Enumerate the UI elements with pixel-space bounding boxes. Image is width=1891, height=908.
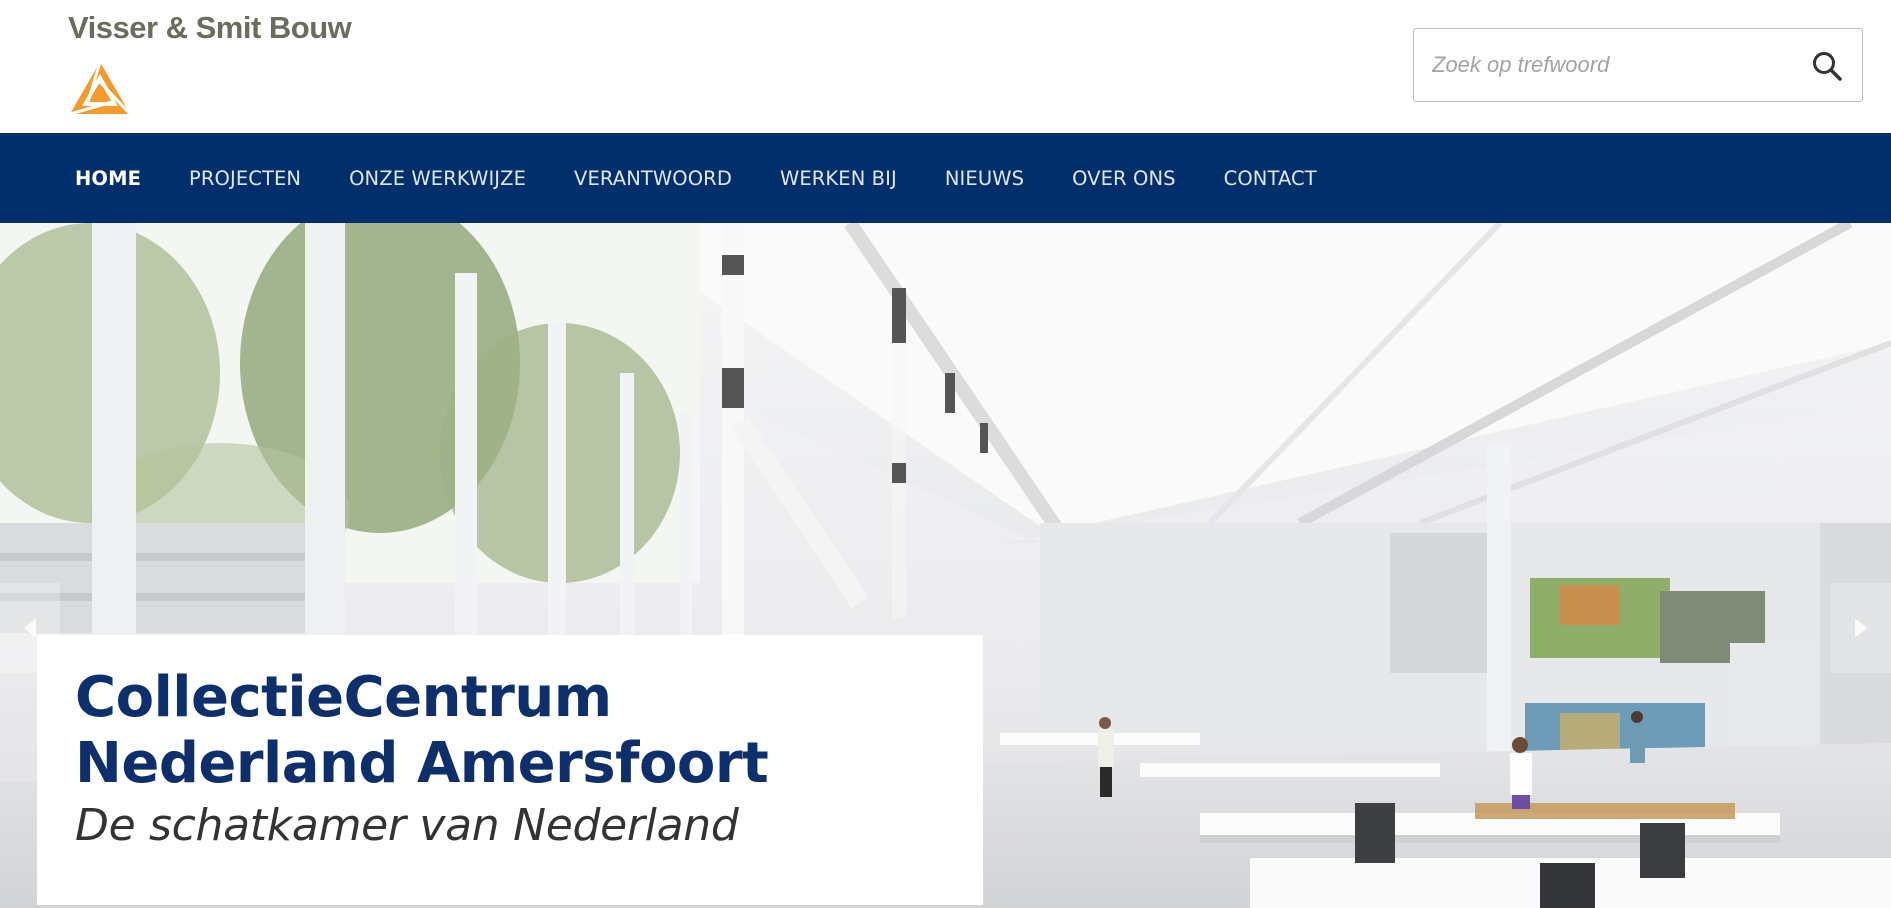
nav-item-contact[interactable]: CONTACT bbox=[1224, 167, 1317, 190]
search-icon[interactable] bbox=[1810, 49, 1844, 83]
main-navigation: HOME PROJECTEN ONZE WERKWIJZE VERANTWOOR… bbox=[0, 133, 1891, 223]
hero-slider: CollectieCentrum Nederland Amersfoort De… bbox=[0, 223, 1891, 908]
hero-subtitle: De schatkamer van Nederland bbox=[75, 800, 739, 851]
nav-item-nieuws[interactable]: NIEUWS bbox=[945, 167, 1024, 190]
chevron-left-icon bbox=[24, 618, 36, 638]
search-input[interactable] bbox=[1432, 47, 1792, 83]
nav-item-over-ons[interactable]: OVER ONS bbox=[1072, 167, 1176, 190]
site-header: Visser & Smit Bouw bbox=[0, 0, 1891, 133]
search-box bbox=[1413, 28, 1863, 102]
brand-name[interactable]: Visser & Smit Bouw bbox=[68, 10, 352, 46]
hero-caption: CollectieCentrum Nederland Amersfoort De… bbox=[37, 635, 983, 905]
brand-logo-icon[interactable] bbox=[68, 60, 132, 118]
nav-item-projecten[interactable]: PROJECTEN bbox=[189, 167, 301, 190]
hero-title[interactable]: CollectieCentrum Nederland Amersfoort bbox=[75, 665, 945, 797]
slider-next-button[interactable] bbox=[1831, 583, 1891, 673]
nav-item-onze-werkwijze[interactable]: ONZE WERKWIJZE bbox=[349, 167, 526, 190]
nav-item-werken-bij[interactable]: WERKEN BIJ bbox=[780, 167, 897, 190]
nav-item-home[interactable]: HOME bbox=[75, 167, 141, 190]
chevron-right-icon bbox=[1855, 618, 1867, 638]
nav-item-verantwoord[interactable]: VERANTWOORD bbox=[574, 167, 732, 190]
